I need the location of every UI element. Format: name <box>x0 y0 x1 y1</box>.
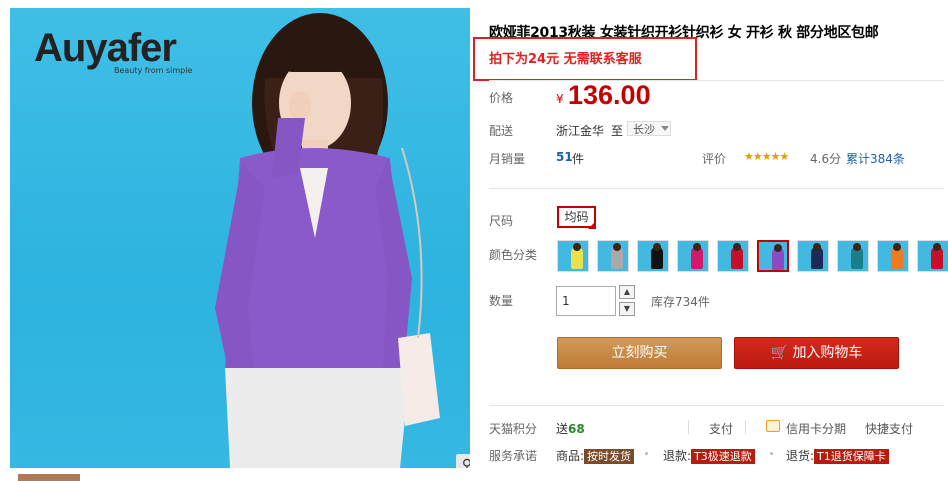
points-value: 送68 <box>556 422 585 436</box>
color-swatch[interactable] <box>717 240 749 272</box>
swatch-head <box>613 243 621 251</box>
currency-symbol: ¥ <box>556 92 564 106</box>
swatch-head <box>693 243 701 251</box>
quick-pay-link[interactable]: 快捷支付 <box>865 420 913 437</box>
sales-label: 月销量 <box>489 152 526 166</box>
swatch-head <box>774 244 782 252</box>
service-goods: 商品: 按时发货 <box>556 447 635 464</box>
shipping-label: 配送 <box>489 124 514 138</box>
rating-label: 评价 <box>702 152 727 166</box>
color-swatch[interactable] <box>797 240 829 272</box>
stock-text: 库存734件 <box>651 295 710 309</box>
pay-label: 支付 <box>709 422 734 436</box>
separator-dot <box>645 452 648 455</box>
credit-card-icon <box>766 420 780 432</box>
review-count-link[interactable]: 累计384条 <box>846 150 905 167</box>
swatch-head <box>853 243 861 251</box>
swatch-head <box>933 243 941 251</box>
search-icon[interactable]: ⚲ <box>456 454 470 468</box>
add-to-cart-button[interactable]: 🛒 加入购物车 <box>734 337 899 369</box>
price-value: 136.00 <box>568 80 651 110</box>
qty-increase-icon[interactable]: ▲ <box>619 285 635 299</box>
sales-count: 51 <box>556 150 573 164</box>
brand-slogan: Beauty from simple <box>114 66 193 75</box>
color-swatch[interactable] <box>877 240 909 272</box>
color-swatch[interactable] <box>757 240 789 272</box>
swatch-head <box>733 243 741 251</box>
color-swatch[interactable] <box>917 240 948 272</box>
credit-installment-link[interactable]: 信用卡分期 <box>786 420 846 437</box>
thumbnail-indicator[interactable] <box>18 474 80 481</box>
color-label: 颜色分类 <box>489 248 538 262</box>
buy-now-button[interactable]: 立刻购买 <box>557 337 722 369</box>
swatch-head <box>813 243 821 251</box>
divider <box>745 420 746 434</box>
price-label: 价格 <box>489 91 514 105</box>
divider <box>489 80 944 81</box>
color-swatch[interactable] <box>637 240 669 272</box>
swatch-head <box>573 243 581 251</box>
color-swatch[interactable] <box>677 240 709 272</box>
sales-unit: 件 <box>572 152 585 166</box>
service-tag[interactable]: T3极速退款 <box>691 449 755 464</box>
ship-from: 浙江金华 <box>556 124 605 138</box>
cart-icon: 🛒 <box>770 345 788 361</box>
divider <box>688 420 689 434</box>
color-swatch[interactable] <box>557 240 589 272</box>
service-return: 退货: T1退货保障卡 <box>786 447 889 464</box>
separator-dot <box>770 452 773 455</box>
model-illustration <box>215 13 440 468</box>
divider <box>489 188 944 189</box>
brand-logo: Auyafer <box>34 26 177 70</box>
quantity-input[interactable]: 1 <box>556 286 616 316</box>
promo-text: 拍下为24元 无需联系客服 <box>489 52 642 67</box>
ship-to-word: 至 <box>611 124 624 138</box>
swatch-head <box>653 243 661 251</box>
qty-decrease-icon[interactable]: ▼ <box>619 302 635 316</box>
service-tag[interactable]: 按时发货 <box>584 449 635 464</box>
swatch-head <box>893 243 901 251</box>
size-label: 尺码 <box>489 214 514 228</box>
divider <box>489 405 944 406</box>
service-refund: 退款: T3极速退款 <box>663 447 755 464</box>
points-label: 天猫积分 <box>489 422 538 436</box>
product-main-image[interactable]: Auyafer Beauty from simple ⚲ <box>10 8 470 468</box>
service-label: 服务承诺 <box>489 449 538 463</box>
rating-stars: ★★★★★ <box>744 150 789 163</box>
size-option[interactable]: 均码 <box>557 206 596 228</box>
rating-value: 4.6分 <box>810 152 842 166</box>
add-to-cart-label: 加入购物车 <box>792 345 863 361</box>
service-tag[interactable]: T1退货保障卡 <box>814 449 889 464</box>
color-swatch[interactable] <box>837 240 869 272</box>
qty-label: 数量 <box>489 294 514 308</box>
chevron-down-icon[interactable] <box>661 126 669 131</box>
color-swatch[interactable] <box>597 240 629 272</box>
